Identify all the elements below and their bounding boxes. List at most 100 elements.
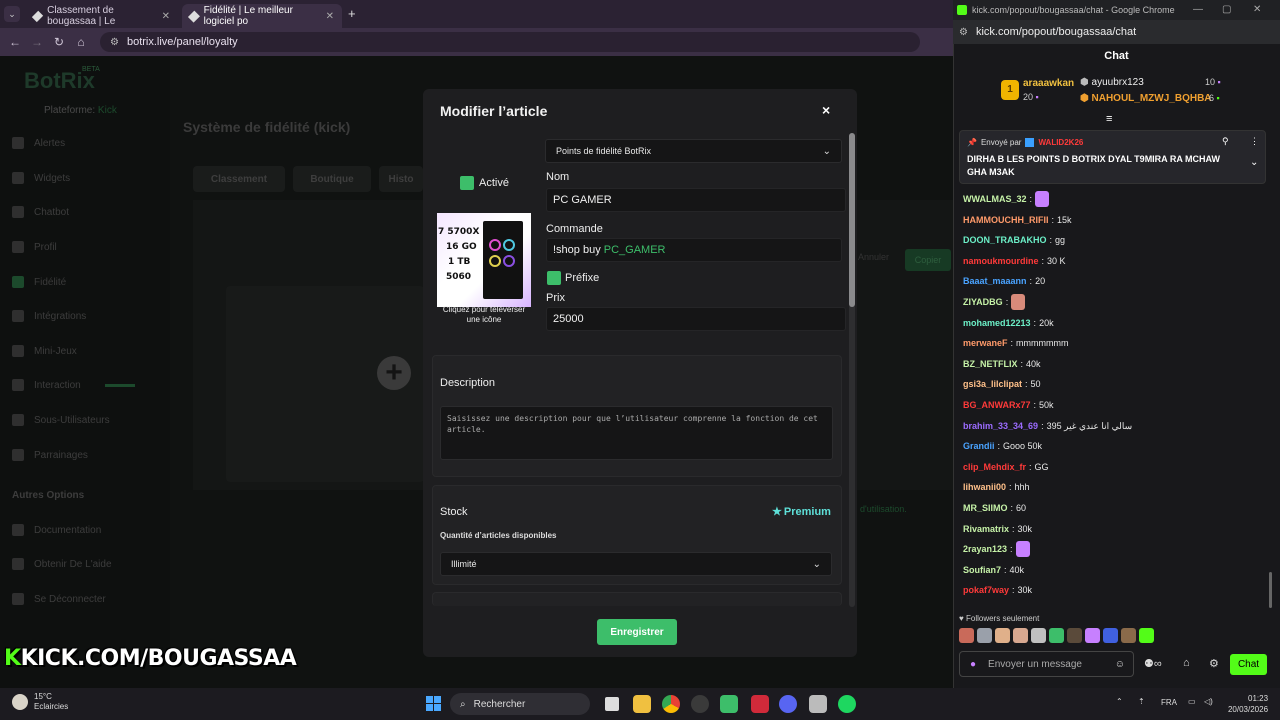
upload-hint[interactable]: Cliquez pour téléverser une icône [437, 305, 531, 325]
chat-username[interactable]: Rivamatrix [963, 524, 1009, 534]
leaderboard-toggle-icon[interactable]: ≡ [1106, 113, 1112, 125]
bg-cancel-button[interactable]: Annuler [858, 252, 889, 262]
reload-icon[interactable]: ↻ [48, 35, 70, 49]
tab-leaderboard[interactable]: Classement [193, 166, 285, 192]
home-icon[interactable]: ⌂ [70, 35, 92, 49]
chat-username[interactable]: MR_SIIMO [963, 503, 1008, 513]
site-settings-icon[interactable]: ⚙ [110, 37, 119, 48]
chrome-icon[interactable] [662, 695, 680, 713]
emote-icon[interactable] [1121, 628, 1136, 643]
description-textarea[interactable]: Saisissez une description pour que l’uti… [440, 406, 833, 460]
obs-icon[interactable] [691, 695, 709, 713]
emote-icon[interactable] [1031, 628, 1046, 643]
close-icon[interactable]: × [822, 102, 830, 118]
app-icon[interactable] [720, 695, 738, 713]
chat-username[interactable]: lihwanii00 [963, 482, 1006, 492]
chat-username[interactable]: Soufian7 [963, 565, 1001, 575]
sidebar-item-subusers[interactable]: Sous-Utilisateurs [12, 409, 162, 431]
close-tab-icon[interactable]: ✕ [326, 11, 334, 22]
points-icon[interactable]: ⚉∞ [1144, 657, 1162, 670]
tab-list-button[interactable]: ⌄ [4, 6, 20, 22]
chat-username[interactable]: WWALMAS_32 [963, 194, 1027, 204]
sidebar-item-referrals[interactable]: Parrainages [12, 444, 162, 466]
taskbar-search[interactable]: ⌕ Rechercher [450, 693, 590, 715]
sidebar-item-loyalty[interactable]: Fidélité [12, 271, 162, 293]
chat-message-input[interactable]: ● Envoyer un message ☺ [959, 651, 1134, 677]
more-options-icon[interactable]: ⋮ [1250, 136, 1259, 147]
emote-icon[interactable] [1049, 628, 1064, 643]
weather-widget[interactable]: 15°C Eclaircies [12, 692, 68, 712]
chat-username[interactable]: gsi3a_lilclipat [963, 379, 1022, 389]
chat-username[interactable]: brahim_33_34_69 [963, 421, 1038, 431]
tab-shop[interactable]: Boutique [293, 166, 371, 192]
emote-icon[interactable] [1067, 628, 1082, 643]
emoji-icon[interactable]: ☺ [1115, 659, 1125, 670]
chat-username[interactable]: ZIYADBG [963, 297, 1003, 307]
task-view-icon[interactable] [605, 697, 619, 711]
sidebar-item-docs[interactable]: Documentation [12, 519, 162, 541]
volume-icon[interactable]: ◁) [1204, 697, 1213, 706]
active-checkbox[interactable] [460, 176, 474, 190]
tab-history[interactable]: Histo [379, 166, 423, 192]
emote-icon[interactable] [995, 628, 1010, 643]
browser-tab-leaderboard[interactable]: Classement de bougassaa | Le ✕ [26, 4, 178, 28]
chat-username[interactable]: pokaf7way [963, 585, 1009, 595]
tray-app-icon[interactable]: ⇡ [1138, 697, 1145, 706]
language-indicator[interactable]: FRA [1161, 698, 1177, 707]
spotify-icon[interactable] [838, 695, 856, 713]
emote-icon[interactable] [1013, 628, 1028, 643]
chat-username[interactable]: 2rayan123 [963, 544, 1007, 554]
emote-icon[interactable] [1085, 628, 1100, 643]
chat-username[interactable]: clip_Mehdix_fr [963, 462, 1026, 472]
sidebar-item-integrations[interactable]: Intégrations [12, 305, 162, 327]
emote-icon[interactable] [977, 628, 992, 643]
close-window-icon[interactable]: ✕ [1253, 4, 1261, 15]
item-icon-image[interactable]: 7 5700X 16 GO 1 TB 5060 [437, 213, 531, 307]
unpin-icon[interactable]: ⚲ [1222, 136, 1229, 147]
chat-username[interactable]: HAMMOUCHH_RIFII [963, 215, 1049, 225]
browser-tab-loyalty[interactable]: Fidélité | Le meilleur logiciel po ✕ [182, 4, 342, 28]
modal-scrollbar[interactable] [849, 133, 855, 307]
app-box-icon[interactable] [809, 695, 827, 713]
save-button[interactable]: Enregistrer [597, 619, 677, 645]
new-tab-button[interactable]: + [348, 6, 356, 21]
sidebar-item-widgets[interactable]: Widgets [12, 167, 162, 189]
prefix-checkbox[interactable] [547, 271, 561, 285]
clock[interactable]: 01:23 20/03/2026 [1224, 693, 1268, 715]
bg-copy-button[interactable]: Copier [905, 249, 951, 271]
name-input[interactable]: PC GAMER [546, 188, 846, 212]
settings-gear-icon[interactable]: ⚙ [1209, 657, 1219, 670]
sidebar-item-logout[interactable]: Se Déconnecter [12, 588, 162, 610]
sidebar-item-interaction[interactable]: Interaction [12, 374, 162, 396]
chat-username[interactable]: merwaneF [963, 338, 1008, 348]
discord-icon[interactable] [779, 695, 797, 713]
sidebar-item-chatbot[interactable]: Chatbot [12, 201, 162, 223]
chat-username[interactable]: BG_ANWARx77 [963, 400, 1031, 410]
chat-username[interactable]: Grandii [963, 441, 995, 451]
chat-scrollbar[interactable] [1269, 572, 1272, 608]
sidebar-item-minigames[interactable]: Mini-Jeux [12, 340, 162, 362]
item-type-select[interactable]: Points de fidélité BotRix ⌄ [545, 139, 842, 163]
emote-icon[interactable] [1139, 628, 1154, 643]
chat-username[interactable]: namoukmourdine [963, 256, 1039, 266]
chat-username[interactable]: DOON_TRABAKHO [963, 235, 1047, 245]
add-item-icon[interactable]: + [377, 356, 411, 390]
expand-icon[interactable]: ⌄ [1250, 157, 1258, 168]
back-icon[interactable]: ← [4, 35, 26, 49]
sidebar-item-help[interactable]: Obtenir De L'aide [12, 553, 162, 575]
microphone-icon[interactable]: ● [970, 659, 976, 670]
send-chat-button[interactable]: Chat [1230, 654, 1267, 675]
sidebar-item-alerts[interactable]: Alertes [12, 132, 162, 154]
emote-icon[interactable] [1103, 628, 1118, 643]
forward-icon[interactable]: → [26, 35, 48, 49]
minimize-icon[interactable]: — [1193, 4, 1203, 15]
app-a-icon[interactable] [751, 695, 769, 713]
command-input[interactable]: !shop buy PC_GAMER [546, 238, 842, 262]
windows-start-icon[interactable] [426, 696, 441, 711]
emote-icon[interactable] [959, 628, 974, 643]
chat-address-bar[interactable]: ⚙ kick.com/popout/bougassaa/chat [953, 20, 1280, 44]
stock-select[interactable]: Illimité ⌄ [440, 552, 832, 576]
chat-username[interactable]: Baaat_maaann [963, 276, 1027, 286]
file-explorer-icon[interactable] [633, 695, 651, 713]
sidebar-item-profile[interactable]: Profil [12, 236, 162, 258]
